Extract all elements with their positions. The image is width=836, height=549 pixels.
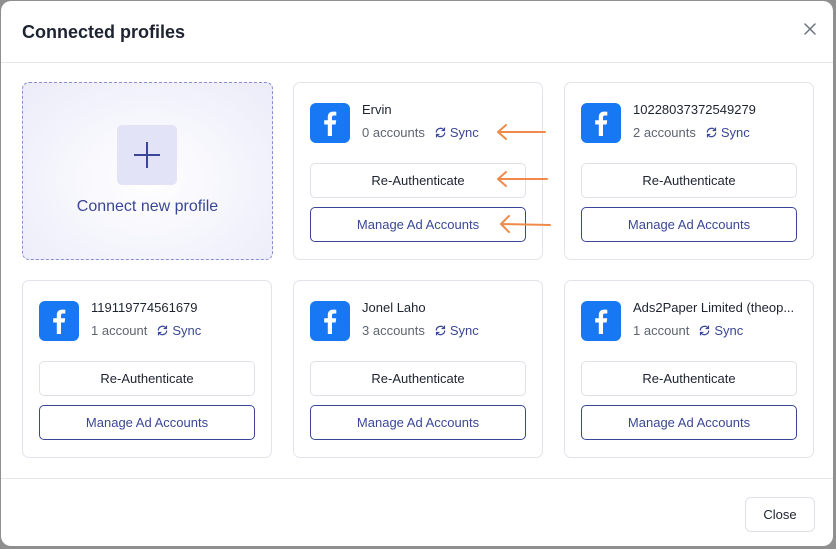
sync-link[interactable]: Sync: [434, 125, 479, 140]
refresh-icon: [435, 325, 446, 336]
plus-icon: [117, 125, 177, 185]
modal-header: Connected profiles: [1, 1, 833, 63]
connect-new-profile-card[interactable]: Connect new profile: [22, 82, 273, 260]
profiles-grid: Connect new profile Ervin 0 accounts Syn…: [22, 82, 814, 462]
sync-label: Sync: [714, 323, 744, 338]
modal-title: Connected profiles: [22, 22, 186, 42]
sync-link[interactable]: Sync: [705, 125, 750, 140]
annotation-arrow-icon: [497, 171, 548, 187]
account-count-row: 3 accounts Sync: [362, 323, 479, 338]
facebook-icon: [581, 301, 621, 341]
facebook-icon: [39, 301, 79, 341]
account-count-row: 2 accounts Sync: [633, 125, 750, 140]
re-authenticate-button[interactable]: Re-Authenticate: [581, 163, 797, 198]
manage-ad-accounts-button[interactable]: Manage Ad Accounts: [581, 207, 797, 242]
profile-name: 10228037372549279: [633, 102, 756, 117]
modal-footer: Close: [1, 478, 833, 546]
account-count: 0 accounts: [362, 125, 425, 140]
profile-card: 119119774561679 1 account Sync Re-Authen…: [22, 280, 272, 458]
connect-new-profile-label: Connect new profile: [76, 198, 219, 215]
sync-label: Sync: [172, 323, 202, 338]
re-authenticate-button[interactable]: Re-Authenticate: [310, 163, 526, 198]
close-icon[interactable]: [798, 17, 822, 41]
annotation-arrow-icon: [497, 124, 546, 140]
manage-ad-accounts-button[interactable]: Manage Ad Accounts: [39, 405, 255, 440]
refresh-icon: [158, 325, 168, 336]
profile-card: Ads2Paper Limited (theop... 1 account Sy…: [564, 280, 814, 458]
sync-label: Sync: [720, 125, 750, 140]
account-count: 1 account: [91, 323, 148, 338]
sync-link[interactable]: Sync: [434, 323, 479, 338]
sync-link[interactable]: Sync: [156, 323, 201, 338]
account-count-row: 1 account Sync: [633, 323, 743, 338]
re-authenticate-button[interactable]: Re-Authenticate: [39, 361, 255, 396]
profile-name: Ads2Paper Limited (theop...: [633, 300, 795, 315]
connected-profiles-modal: Connected profiles Connect new profile E…: [1, 1, 833, 546]
annotation-arrow-icon: [500, 215, 551, 233]
sync-label: Sync: [449, 323, 479, 338]
account-count: 2 accounts: [633, 125, 696, 140]
facebook-icon: [310, 301, 350, 341]
facebook-icon: [581, 103, 621, 143]
refresh-icon: [435, 127, 446, 138]
profile-name: Jonel Laho: [362, 300, 426, 315]
re-authenticate-button[interactable]: Re-Authenticate: [310, 361, 526, 396]
manage-ad-accounts-button[interactable]: Manage Ad Accounts: [581, 405, 797, 440]
manage-ad-accounts-button[interactable]: Manage Ad Accounts: [310, 405, 526, 440]
account-count-row: 1 account Sync: [91, 323, 201, 338]
refresh-icon: [700, 325, 710, 336]
re-authenticate-button[interactable]: Re-Authenticate: [581, 361, 797, 396]
sync-label: Sync: [449, 125, 479, 140]
manage-ad-accounts-button[interactable]: Manage Ad Accounts: [310, 207, 526, 242]
refresh-icon: [706, 127, 717, 138]
profile-name: Ervin: [362, 102, 392, 117]
close-button[interactable]: Close: [745, 497, 815, 532]
account-count-row: 0 accounts Sync: [362, 125, 479, 140]
profile-card: Jonel Laho 3 accounts Sync Re-Authentica…: [293, 280, 543, 458]
account-count: 1 account: [633, 323, 690, 338]
sync-link[interactable]: Sync: [698, 323, 743, 338]
profile-card: 10228037372549279 2 accounts Sync Re-Aut…: [564, 82, 814, 260]
profile-name: 119119774561679: [91, 300, 198, 315]
facebook-icon: [310, 103, 350, 143]
account-count: 3 accounts: [362, 323, 425, 338]
